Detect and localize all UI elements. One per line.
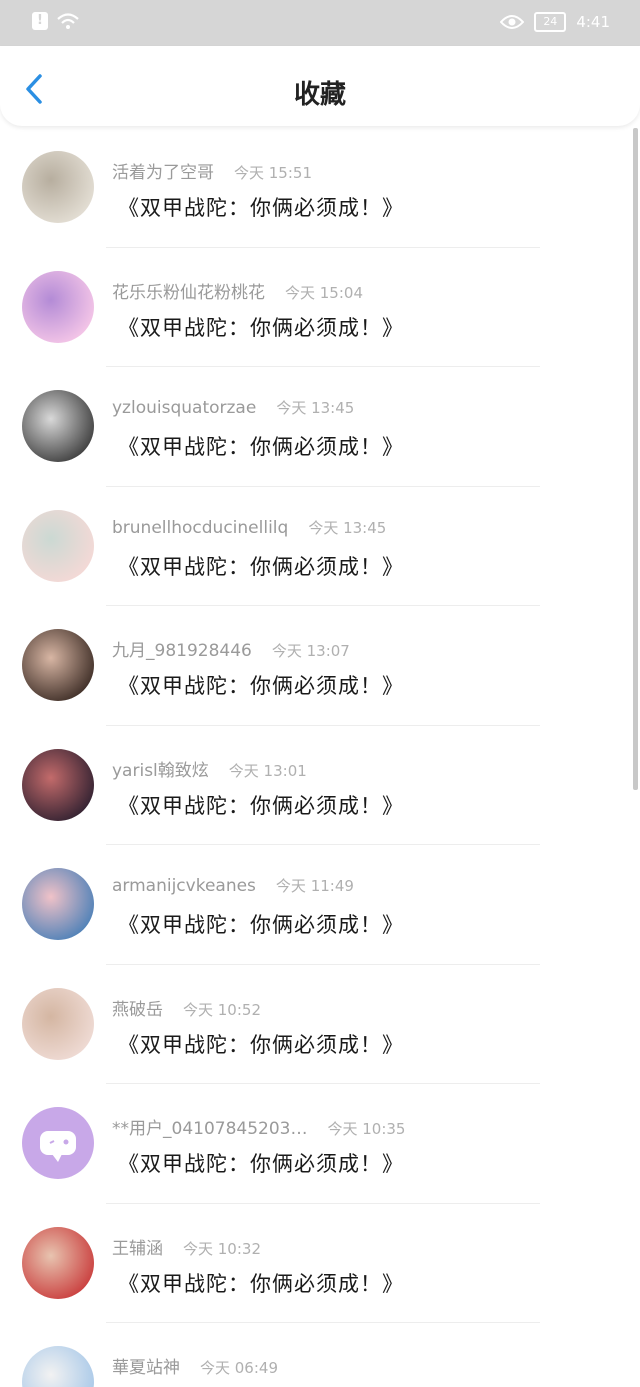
user-name[interactable]: 王辅涵 <box>112 1239 163 1259</box>
user-name[interactable]: yzlouisquatorzae <box>112 398 256 418</box>
timestamp: 今天 10:35 <box>327 1120 406 1138</box>
user-name[interactable]: armanijcvkeanes <box>112 876 256 896</box>
item-meta: 王辅涵 今天 10:32 <box>112 1234 261 1259</box>
user-name[interactable]: **用户_04107845203… <box>112 1119 307 1139</box>
item-content[interactable]: 《双甲战陀：你俩必须成！》 <box>118 551 404 581</box>
list-item[interactable]: 燕破岳 今天 10:52 《双甲战陀：你俩必须成！》 <box>0 965 640 1084</box>
timestamp: 今天 10:32 <box>183 1239 261 1258</box>
header: 收藏 <box>0 46 640 126</box>
list-item[interactable]: 王辅涵 今天 10:32 《双甲战陀：你俩必须成！》 <box>0 1204 640 1323</box>
user-name[interactable]: 燕破岳 <box>112 1000 163 1020</box>
list-item[interactable]: **用户_04107845203… 今天 10:35 《双甲战陀：你俩必须成！》 <box>0 1084 640 1204</box>
timestamp: 今天 13:45 <box>308 518 387 537</box>
avatar[interactable] <box>22 270 94 343</box>
item-meta: yzlouisquatorzae 今天 13:45 <box>112 397 354 418</box>
avatar[interactable] <box>22 1226 94 1299</box>
list-item[interactable]: 花乐乐粉仙花粉桃花 今天 15:04 《双甲战陀：你俩必须成！》 <box>0 248 640 367</box>
item-content[interactable]: 《双甲战陀：你俩必须成！》 <box>118 670 404 700</box>
timestamp: 今天 15:04 <box>285 283 363 302</box>
wifi-icon <box>57 13 79 29</box>
avatar[interactable] <box>22 629 94 701</box>
avatar[interactable] <box>22 509 94 582</box>
item-meta: yarisl翰致炫 今天 13:01 <box>112 756 307 781</box>
status-bar: ! 24 4:41 <box>0 0 640 46</box>
user-name[interactable]: brunellhocducinellilq <box>112 518 288 538</box>
list-item[interactable]: yarisl翰致炫 今天 13:01 《双甲战陀：你俩必须成！》 <box>0 726 640 845</box>
timestamp: 今天 15:51 <box>234 164 312 182</box>
list-item[interactable]: yzlouisquatorzae 今天 13:45 《双甲战陀：你俩必须成！》 <box>0 367 640 487</box>
item-meta: 九月_981928446 今天 13:07 <box>112 636 350 661</box>
user-name[interactable]: 華夏站神 <box>112 1358 180 1378</box>
avatar[interactable] <box>22 748 94 821</box>
item-meta: 活着为了空哥 今天 15:51 <box>112 158 312 183</box>
chat-bubble-icon <box>40 1131 76 1162</box>
avatar[interactable] <box>22 987 94 1060</box>
status-right: 24 4:41 <box>500 12 610 32</box>
scrollbar[interactable] <box>633 128 638 790</box>
item-content[interactable]: 《双甲战陀：你俩必须成！》 <box>118 312 404 342</box>
favorites-list[interactable]: 活着为了空哥 今天 15:51 《双甲战陀：你俩必须成！》 花乐乐粉仙花粉桃花 今天 1… <box>0 128 640 1387</box>
avatar[interactable] <box>22 151 94 223</box>
avatar[interactable] <box>22 1346 94 1387</box>
user-name[interactable]: 花乐乐粉仙花粉桃花 <box>112 283 265 303</box>
item-meta: 燕破岳 今天 10:52 <box>112 995 261 1020</box>
item-meta: brunellhocducinellilq 今天 13:45 <box>112 517 386 538</box>
item-meta: 花乐乐粉仙花粉桃花 今天 15:04 <box>112 278 363 303</box>
timestamp: 今天 13:01 <box>228 761 307 780</box>
timestamp: 今天 06:49 <box>200 1359 278 1377</box>
timestamp: 今天 13:45 <box>276 399 355 417</box>
item-meta: 華夏站神 今天 06:49 <box>112 1353 278 1378</box>
eye-icon <box>500 15 525 29</box>
page-title: 收藏 <box>293 80 346 110</box>
list-item[interactable]: armanijcvkeanes 今天 11:49 《双甲战陀：你俩必须成！》 <box>0 845 640 965</box>
status-left: ! <box>32 12 80 30</box>
avatar[interactable] <box>22 1107 94 1179</box>
timestamp: 今天 11:49 <box>275 877 354 895</box>
item-content[interactable]: 《双甲战陀：你俩必须成！》 <box>118 192 404 222</box>
list-item[interactable]: 九月_981928446 今天 13:07 《双甲战陀：你俩必须成！》 <box>0 606 640 726</box>
timestamp: 今天 13:07 <box>271 642 350 660</box>
warning-icon: ! <box>32 12 48 30</box>
item-content[interactable]: 《双甲战陀：你俩必须成！》 <box>118 1029 404 1059</box>
item-content[interactable]: 《双甲战陀：你俩必须成！》 <box>118 1148 404 1178</box>
item-content[interactable]: 《双甲战陀：你俩必须成！》 <box>118 909 404 939</box>
item-content[interactable]: 《双甲战陀：你俩必须成！》 <box>118 1268 404 1298</box>
item-meta: **用户_04107845203… 今天 10:35 <box>112 1114 405 1139</box>
battery-icon: 24 <box>534 12 567 32</box>
timestamp: 今天 10:52 <box>183 1000 261 1019</box>
status-time: 4:41 <box>576 13 610 31</box>
list-item[interactable]: 華夏站神 今天 06:49 <box>0 1323 640 1387</box>
avatar[interactable] <box>22 868 94 940</box>
user-name[interactable]: 九月_981928446 <box>112 641 252 661</box>
avatar[interactable] <box>22 390 94 462</box>
user-name[interactable]: yarisl翰致炫 <box>112 761 209 781</box>
item-meta: armanijcvkeanes 今天 11:49 <box>112 875 354 896</box>
user-name[interactable]: 活着为了空哥 <box>112 163 214 183</box>
item-content[interactable]: 《双甲战陀：你俩必须成！》 <box>118 431 404 461</box>
item-content[interactable]: 《双甲战陀：你俩必须成！》 <box>118 790 404 820</box>
list-item[interactable]: brunellhocducinellilq 今天 13:45 《双甲战陀：你俩必须成… <box>0 487 640 606</box>
list-item[interactable]: 活着为了空哥 今天 15:51 《双甲战陀：你俩必须成！》 <box>0 128 640 248</box>
